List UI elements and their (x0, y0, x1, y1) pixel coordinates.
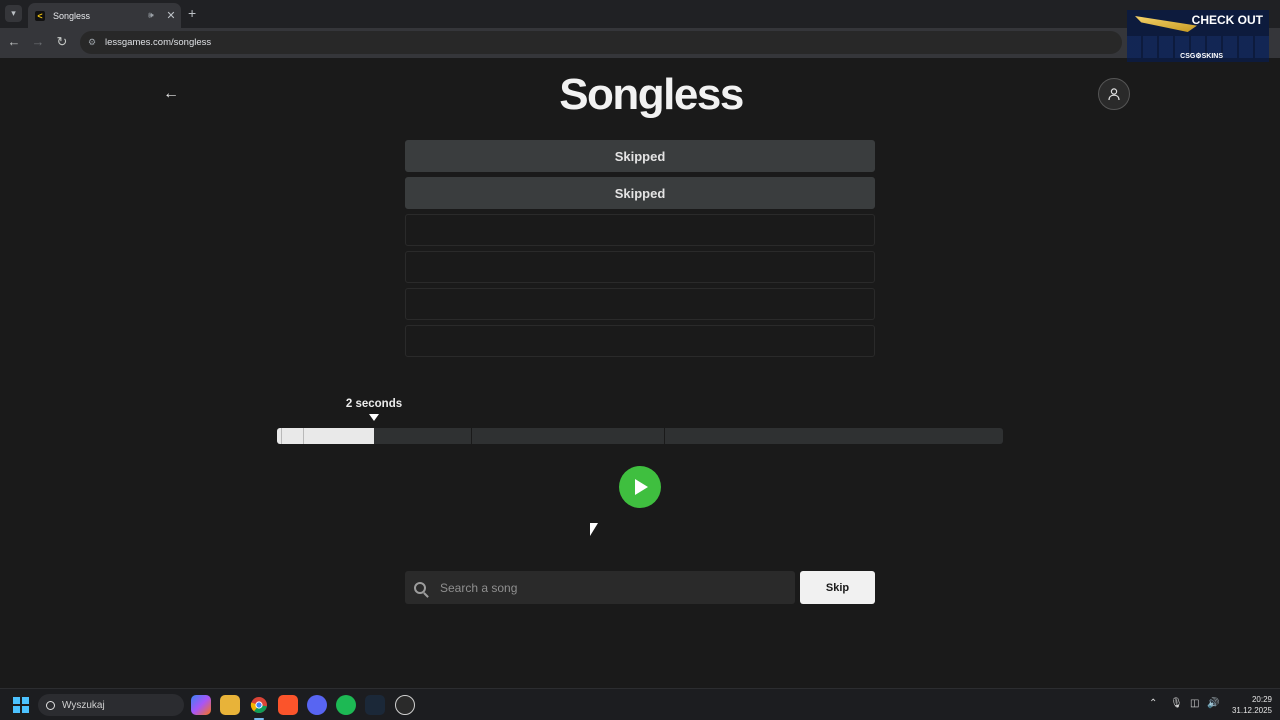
back-arrow-icon[interactable]: ← (6, 34, 22, 50)
browser-toolbar: ← → ↻ ⚙ lessgames.com/songless (0, 28, 1280, 58)
progress-segment-divider (303, 428, 304, 444)
guess-row: Skipped (405, 140, 875, 172)
progress-segment-divider (664, 428, 665, 444)
play-icon (635, 479, 648, 495)
clock-date: 31.12.2025 (1231, 706, 1272, 715)
chrome-logo-icon (250, 697, 267, 713)
search-icon (46, 700, 55, 710)
ad-plane-graphic (1135, 16, 1197, 32)
guess-row: Skipped (405, 177, 875, 209)
tab-close-icon[interactable]: ✕ (164, 9, 178, 22)
windows-start-icon[interactable] (13, 697, 29, 713)
taskbar-search-label: Wyszukaj (62, 699, 105, 711)
tab-favicon-icon: < (35, 10, 45, 21)
progress-segment-divider (471, 428, 472, 444)
guess-row (405, 251, 875, 283)
spotify-icon[interactable] (336, 695, 356, 715)
guess-row (405, 288, 875, 320)
network-icon[interactable]: ◫ (1190, 698, 1199, 709)
discord-icon[interactable] (307, 695, 327, 715)
address-url[interactable]: lessgames.com/songless (105, 37, 211, 48)
file-explorer-icon[interactable] (220, 695, 240, 715)
profile-button[interactable] (1098, 78, 1130, 110)
tab-title: Songless (53, 10, 91, 21)
clip-progress-fill (277, 428, 375, 444)
progress-segment-divider (281, 428, 282, 444)
tab-list-chevron-icon[interactable]: ▾ (5, 5, 22, 22)
mouse-cursor-icon (590, 523, 598, 536)
ad-brand-logo: CSG⚙SKINS (1180, 53, 1223, 60)
tray-overflow-chevron-icon[interactable]: ⌃ (1149, 698, 1157, 709)
page-logo: Songless (559, 70, 744, 119)
taskbar: Wyszukaj ⌃ 🎙 ◫ 🔊 20:29 31.12.2025 (0, 688, 1280, 720)
volume-icon[interactable]: 🔊 (1207, 698, 1219, 709)
playhead-marker-icon (369, 414, 379, 421)
ad-banner[interactable]: CHECK OUT CSG⚙SKINS (1127, 10, 1269, 62)
brave-icon[interactable] (278, 695, 298, 715)
tab-audio-icon[interactable]: 🕪 (148, 10, 164, 21)
app-icon[interactable] (395, 695, 415, 715)
clock-time: 20:29 (1251, 695, 1272, 704)
copilot-icon[interactable] (191, 695, 211, 715)
forward-arrow-icon[interactable]: → (30, 34, 46, 50)
new-tab-plus-icon[interactable]: + (188, 5, 196, 21)
address-bar[interactable]: ⚙ lessgames.com/songless (80, 31, 1122, 54)
play-button[interactable] (619, 466, 661, 508)
guess-row (405, 214, 875, 246)
guess-list: Skipped Skipped (405, 140, 875, 362)
ad-headline: CHECK OUT (1191, 13, 1263, 27)
taskbar-clock[interactable]: 20:29 31.12.2025 (1224, 694, 1272, 716)
browser-tabbar: ▾ < Songless 🕪 ✕ + (0, 0, 1280, 28)
search-icon (414, 581, 426, 594)
microphone-icon[interactable]: 🎙 (1170, 698, 1183, 709)
skip-button[interactable]: Skip (800, 571, 875, 604)
user-icon (1108, 88, 1120, 101)
browser-tab-songless[interactable]: < Songless 🕪 ✕ (28, 3, 181, 28)
taskbar-search[interactable]: Wyszukaj (38, 694, 184, 716)
chrome-icon[interactable] (249, 695, 269, 720)
guess-row (405, 325, 875, 357)
song-search-input[interactable] (440, 580, 770, 595)
site-info-icon[interactable]: ⚙ (88, 37, 104, 48)
clip-length-label: 2 seconds (345, 398, 403, 410)
steam-icon[interactable] (365, 695, 385, 715)
song-search-box[interactable] (405, 571, 795, 604)
reload-icon[interactable]: ↻ (54, 34, 70, 50)
clip-progress-bar (277, 428, 1003, 444)
